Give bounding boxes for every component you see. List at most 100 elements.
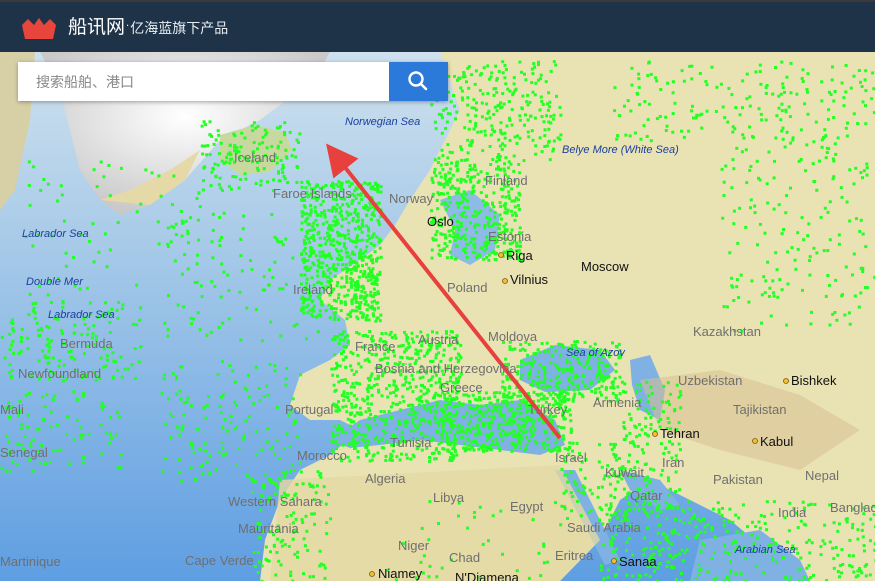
ship-marker[interactable] xyxy=(696,533,700,537)
ship-marker[interactable] xyxy=(517,402,521,406)
ship-marker[interactable] xyxy=(473,165,477,168)
ship-marker[interactable] xyxy=(459,225,463,228)
ship-marker[interactable] xyxy=(722,194,726,197)
ship-marker[interactable] xyxy=(361,238,365,242)
ship-marker[interactable] xyxy=(406,346,410,350)
ship-marker[interactable] xyxy=(809,502,813,506)
ship-marker[interactable] xyxy=(659,418,663,421)
ship-marker[interactable] xyxy=(46,182,50,186)
ship-marker[interactable] xyxy=(354,208,358,212)
ship-marker[interactable] xyxy=(769,314,773,318)
ship-marker[interactable] xyxy=(567,387,571,391)
ship-marker[interactable] xyxy=(844,126,848,130)
ship-marker[interactable] xyxy=(336,433,340,437)
ship-marker[interactable] xyxy=(627,536,631,540)
ship-marker[interactable] xyxy=(354,285,358,289)
ship-marker[interactable] xyxy=(597,486,600,490)
ship-marker[interactable] xyxy=(355,239,359,242)
ship-marker[interactable] xyxy=(20,422,24,426)
ship-marker[interactable] xyxy=(427,420,431,424)
ship-marker[interactable] xyxy=(475,101,478,105)
ship-marker[interactable] xyxy=(489,432,493,436)
ship-marker[interactable] xyxy=(668,554,672,557)
ship-marker[interactable] xyxy=(826,249,830,253)
ship-marker[interactable] xyxy=(544,80,548,84)
ship-marker[interactable] xyxy=(614,573,618,576)
ship-marker[interactable] xyxy=(510,449,514,453)
ship-marker[interactable] xyxy=(861,535,865,539)
ship-marker[interactable] xyxy=(232,132,236,136)
ship-marker[interactable] xyxy=(838,564,842,568)
ship-marker[interactable] xyxy=(511,213,515,217)
ship-marker[interactable] xyxy=(24,393,28,397)
ship-marker[interactable] xyxy=(369,254,373,258)
ship-marker[interactable] xyxy=(303,273,307,277)
ship-marker[interactable] xyxy=(774,251,778,255)
ship-marker[interactable] xyxy=(430,248,434,252)
ship-marker[interactable] xyxy=(536,418,540,422)
ship-marker[interactable] xyxy=(270,213,274,216)
ship-marker[interactable] xyxy=(483,244,486,248)
ship-marker[interactable] xyxy=(843,313,847,317)
ship-marker[interactable] xyxy=(373,292,377,295)
ship-marker[interactable] xyxy=(449,256,453,259)
ship-marker[interactable] xyxy=(126,367,130,371)
ship-marker[interactable] xyxy=(219,186,223,190)
ship-marker[interactable] xyxy=(226,429,229,433)
ship-marker[interactable] xyxy=(447,229,451,233)
ship-marker[interactable] xyxy=(488,401,492,405)
ship-marker[interactable] xyxy=(115,411,119,415)
ship-marker[interactable] xyxy=(260,564,264,568)
ship-marker[interactable] xyxy=(483,129,487,133)
ship-marker[interactable] xyxy=(613,86,617,90)
ship-marker[interactable] xyxy=(699,530,703,534)
ship-marker[interactable] xyxy=(193,281,197,284)
ship-marker[interactable] xyxy=(449,177,453,181)
ship-marker[interactable] xyxy=(407,342,411,345)
ship-marker[interactable] xyxy=(549,361,553,365)
ship-marker[interactable] xyxy=(552,139,556,143)
ship-marker[interactable] xyxy=(276,537,280,541)
ship-marker[interactable] xyxy=(375,316,379,320)
ship-marker[interactable] xyxy=(182,401,186,405)
ship-marker[interactable] xyxy=(245,474,249,478)
ship-marker[interactable] xyxy=(389,391,392,395)
ship-marker[interactable] xyxy=(727,86,731,90)
ship-marker[interactable] xyxy=(498,222,501,226)
ship-marker[interactable] xyxy=(261,141,265,145)
ship-marker[interactable] xyxy=(359,248,363,252)
ship-marker[interactable] xyxy=(212,142,216,146)
ship-marker[interactable] xyxy=(472,98,476,102)
ship-marker[interactable] xyxy=(518,60,522,64)
ship-marker[interactable] xyxy=(355,305,359,309)
ship-marker[interactable] xyxy=(652,406,656,410)
ship-marker[interactable] xyxy=(119,355,123,359)
ship-marker[interactable] xyxy=(318,473,322,477)
ship-marker[interactable] xyxy=(347,180,351,184)
ship-marker[interactable] xyxy=(318,549,322,553)
ship-marker[interactable] xyxy=(219,411,223,415)
ship-marker[interactable] xyxy=(457,423,461,427)
ship-marker[interactable] xyxy=(410,407,414,411)
ship-marker[interactable] xyxy=(283,121,287,125)
ship-marker[interactable] xyxy=(521,430,525,434)
ship-marker[interactable] xyxy=(454,449,457,453)
ship-marker[interactable] xyxy=(529,114,533,118)
ship-marker[interactable] xyxy=(105,265,109,269)
ship-marker[interactable] xyxy=(345,277,349,281)
ship-marker[interactable] xyxy=(523,348,527,352)
ship-marker[interactable] xyxy=(83,323,87,326)
ship-marker[interactable] xyxy=(857,69,861,72)
ship-marker[interactable] xyxy=(519,365,523,368)
ship-marker[interactable] xyxy=(616,134,620,137)
ship-marker[interactable] xyxy=(573,392,577,396)
ship-marker[interactable] xyxy=(484,404,488,407)
ship-marker[interactable] xyxy=(360,295,364,298)
ship-marker[interactable] xyxy=(466,206,470,210)
ship-marker[interactable] xyxy=(392,383,396,387)
ship-marker[interactable] xyxy=(65,415,69,419)
ship-marker[interactable] xyxy=(171,372,175,376)
ship-marker[interactable] xyxy=(233,400,237,404)
ship-marker[interactable] xyxy=(499,509,503,513)
ship-marker[interactable] xyxy=(815,188,819,192)
